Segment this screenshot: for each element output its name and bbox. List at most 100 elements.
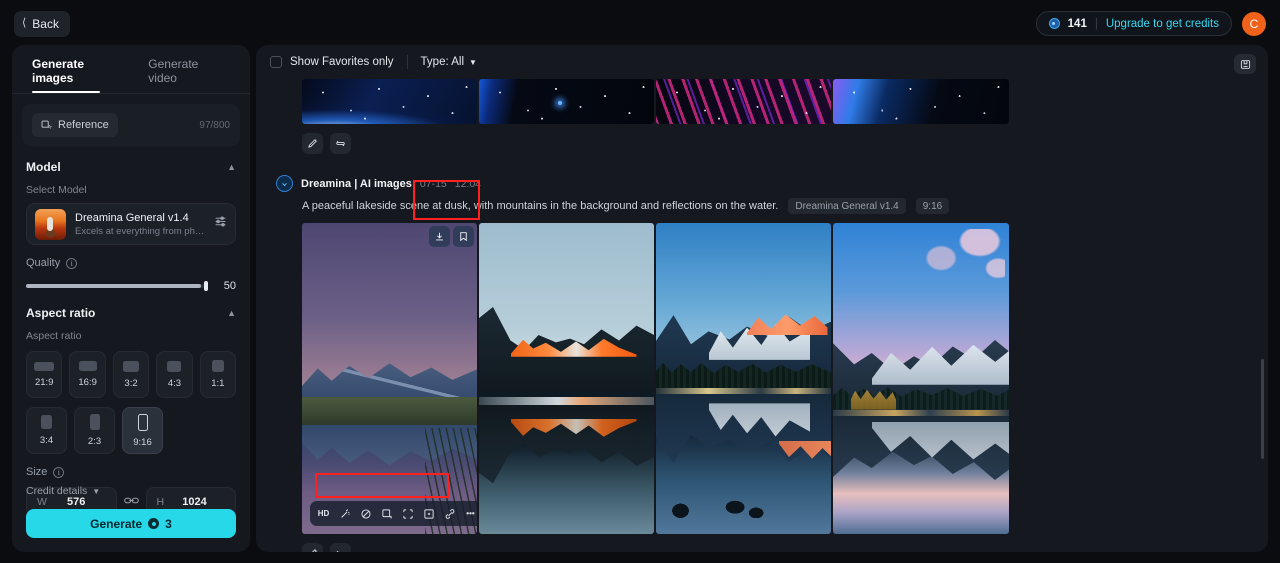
- ratio-label: 3:2: [124, 377, 138, 389]
- generated-image-magenta-light-streaks[interactable]: [656, 79, 831, 124]
- dreamina-badge-icon: [276, 175, 293, 192]
- generated-image-lakeside-blue-hour[interactable]: [656, 223, 831, 534]
- snow-caps: [871, 344, 1009, 385]
- type-filter-label: Type: All: [420, 56, 465, 68]
- model-chip: Dreamina General v1.4: [788, 198, 906, 214]
- ratio-label: 2:3: [87, 436, 102, 447]
- edit-button[interactable]: [302, 133, 323, 154]
- quality-slider[interactable]: [26, 281, 208, 291]
- generated-image-cosmic-swirl-blue[interactable]: [302, 79, 477, 124]
- more-button[interactable]: •••: [461, 504, 477, 523]
- aspect-ratio-option-21-9[interactable]: 21:9: [26, 351, 63, 398]
- generation-actions: [256, 534, 1268, 552]
- app-root: ⟨ Back 141 | Upgrade to get credits C Ge…: [0, 0, 1280, 563]
- generation-block: Dreamina | AI images 07-15 12:04 A peace…: [256, 175, 1268, 552]
- shoreline: [302, 397, 477, 426]
- model-name: Dreamina General v1.4: [75, 211, 189, 224]
- chevron-up-icon[interactable]: ▲: [227, 308, 236, 318]
- quality-slider-row: 50: [26, 269, 236, 292]
- model-info: Dreamina General v1.4 Excels at everythi…: [75, 212, 205, 237]
- type-filter-dropdown[interactable]: Type: All ▼: [421, 56, 477, 68]
- show-favorites-toggle[interactable]: Show Favorites only: [270, 56, 394, 68]
- ratio-glyph: [137, 413, 148, 431]
- model-thumbnail: [35, 208, 66, 240]
- gallery-panel: Show Favorites only Type: All ▼ Dreamina…: [256, 45, 1268, 552]
- generation-date: 07-15: [419, 177, 447, 190]
- edit-button[interactable]: [302, 543, 323, 552]
- crop-button[interactable]: [398, 504, 417, 523]
- aspect-ratio-option-3-2[interactable]: 3:2: [112, 351, 150, 398]
- regenerate-button[interactable]: [330, 543, 351, 552]
- model-section: Model ▲ Select Model Dreamina General v1…: [12, 146, 250, 516]
- ratio-glyph: [78, 361, 97, 371]
- alpenglow-peaks: [747, 314, 828, 335]
- slider-fill: [26, 284, 201, 288]
- aspect-ratio-sublabel: Aspect ratio: [26, 330, 82, 342]
- top-bar: ⟨ Back 141 | Upgrade to get credits C: [0, 0, 1280, 47]
- crop-icon: [402, 508, 413, 519]
- vertical-scrollbar[interactable]: [1261, 359, 1264, 459]
- reference-button[interactable]: Reference: [32, 113, 118, 137]
- size-label: Size: [26, 466, 48, 478]
- foreground-rocks: [670, 499, 775, 519]
- model-settings-icon[interactable]: [214, 215, 227, 233]
- archive-button[interactable]: [1234, 54, 1256, 74]
- back-button-label: Back: [32, 16, 59, 31]
- hd-button[interactable]: HD: [314, 504, 333, 523]
- arrow-down-icon: [282, 180, 287, 187]
- char-counter: 97/800: [199, 119, 230, 131]
- reference-image-icon: [41, 120, 52, 128]
- info-icon[interactable]: i: [66, 257, 78, 269]
- checkbox[interactable]: [270, 56, 282, 68]
- generated-image-starfield-blue-beam[interactable]: [479, 79, 654, 124]
- bookmark-button[interactable]: [453, 226, 474, 247]
- generate-cost: 3: [165, 516, 172, 531]
- credit-details-toggle[interactable]: Credit details ▼: [26, 485, 236, 497]
- ratio-glyph: [167, 360, 182, 372]
- credits-pill[interactable]: 141 | Upgrade to get credits: [1035, 11, 1232, 36]
- inpaint-button[interactable]: [419, 504, 438, 523]
- regenerate-button[interactable]: [330, 133, 351, 154]
- ratio-label: 16:9: [78, 377, 97, 388]
- generated-image-lakeside-pink-sunset[interactable]: [833, 223, 1009, 534]
- expand-button[interactable]: [377, 504, 396, 523]
- chevron-up-icon[interactable]: ▲: [227, 162, 236, 172]
- size-label-row: Size i: [26, 454, 236, 478]
- info-icon[interactable]: i: [53, 466, 65, 478]
- selected-model-card[interactable]: Dreamina General v1.4 Excels at everythi…: [26, 203, 236, 245]
- avatar[interactable]: C: [1242, 11, 1266, 36]
- generated-image-lakeside-dusk-lavender[interactable]: Download: [302, 223, 477, 534]
- link-icon: [445, 508, 454, 519]
- generated-image-violet-nebula-stars[interactable]: [833, 79, 1009, 124]
- download-button[interactable]: [429, 226, 450, 247]
- inpaint-icon: [423, 508, 434, 519]
- generate-label: Generate: [90, 516, 143, 531]
- aspect-ratio-option-16-9[interactable]: 16:9: [69, 351, 106, 398]
- aspect-ratio-option-4-3[interactable]: 4:3: [156, 351, 193, 398]
- slider-handle[interactable]: [204, 281, 208, 291]
- magic-wand-icon: [340, 508, 350, 518]
- aspect-ratio-option-1-1[interactable]: 1:1: [199, 351, 237, 398]
- ratio-chip: 9:16: [915, 198, 950, 214]
- archive-icon: [1240, 59, 1250, 69]
- magic-wand-button[interactable]: [335, 504, 354, 523]
- retouch-button[interactable]: [356, 504, 375, 523]
- back-button[interactable]: ⟨ Back: [14, 10, 70, 37]
- link-button[interactable]: [440, 504, 459, 523]
- credits-count: 141: [1067, 17, 1087, 30]
- aspect-ratio-option-2-3[interactable]: 2:3: [74, 407, 115, 454]
- aspect-ratio-option-9-16[interactable]: 9:16: [122, 407, 163, 454]
- image-hover-actions: Download: [429, 226, 474, 247]
- generate-button[interactable]: Generate 3: [26, 509, 236, 538]
- upgrade-link[interactable]: Upgrade to get credits: [1106, 18, 1219, 30]
- ratio-glyph: [123, 360, 140, 372]
- panel-footer: Credit details ▼ Generate 3: [12, 485, 250, 552]
- tab-generate-video[interactable]: Generate video: [148, 57, 230, 93]
- generated-image-lakeside-alpenglow-pale[interactable]: [479, 223, 654, 534]
- clouds: [921, 229, 1006, 286]
- model-section-header: Model ▲: [26, 146, 236, 174]
- prompt-input[interactable]: Reference 97/800: [22, 104, 240, 146]
- aspect-ratio-option-3-4[interactable]: 3:4: [26, 407, 67, 454]
- ratio-glyph: [41, 415, 52, 429]
- tab-generate-images[interactable]: Generate images: [32, 57, 128, 93]
